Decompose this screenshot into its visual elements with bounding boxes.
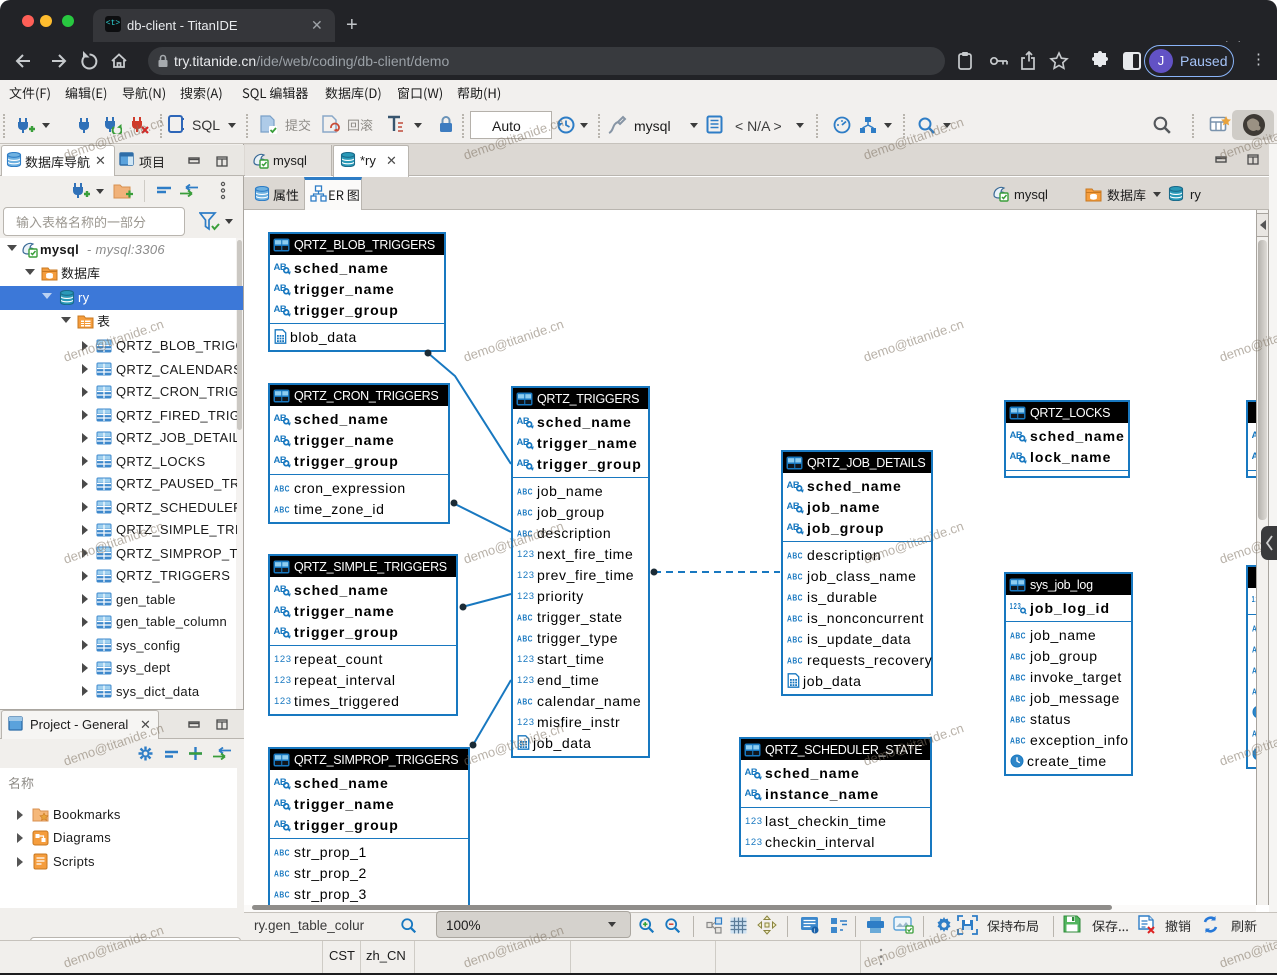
svg-text:i: i (814, 929, 815, 935)
